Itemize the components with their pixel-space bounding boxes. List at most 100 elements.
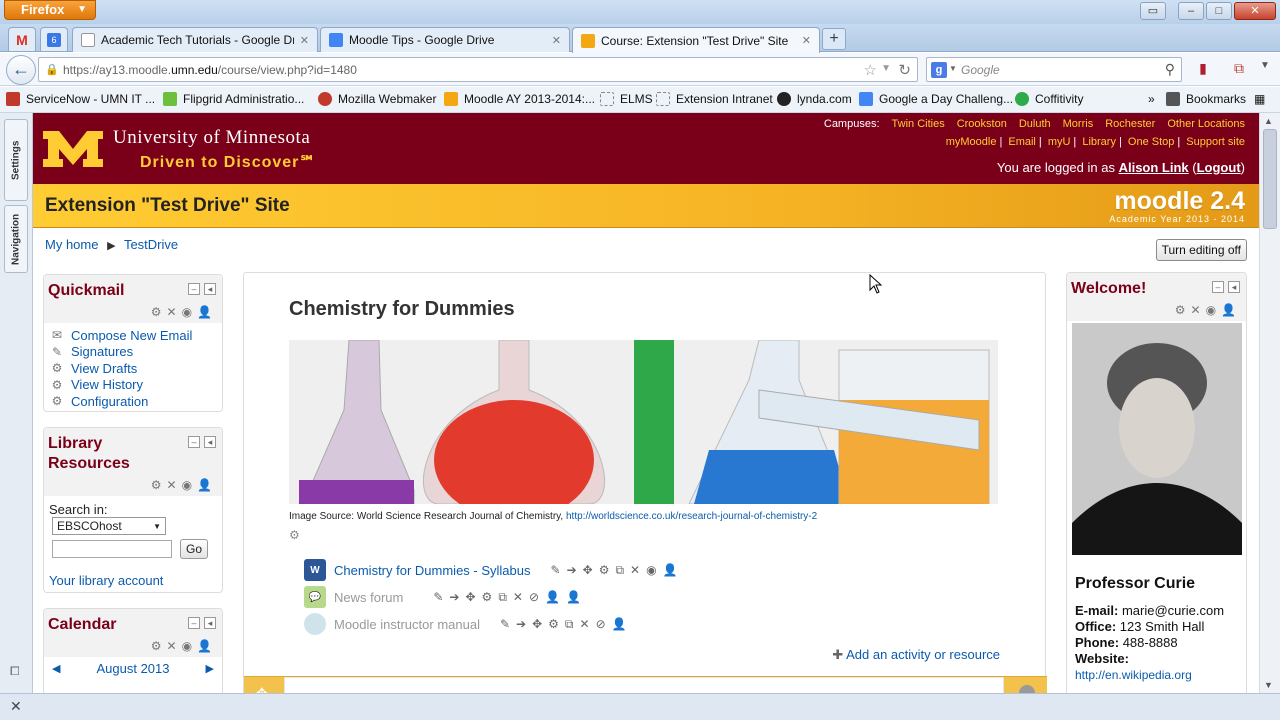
help-icon[interactable] (1019, 685, 1035, 693)
firefox-menu-button[interactable]: Firefox ▼ (4, 0, 96, 20)
scroll-down-icon[interactable]: ▼ (1264, 680, 1273, 690)
dock-navigation-tab[interactable]: Navigation (4, 205, 28, 273)
compose-email-link[interactable]: ✉ Compose New Email (49, 327, 217, 344)
move-right-icon[interactable]: ➔ (567, 563, 577, 578)
activity-instructor-manual[interactable]: Moodle instructor manual ✎ ➔ ✥ ⚙ ⧉ ✕ ⊘ 👤 (304, 612, 627, 636)
tab-academic-tech[interactable]: Academic Tech Tutorials - Google Dri... … (72, 27, 318, 52)
undock-icon[interactable]: ⧠ (10, 664, 20, 679)
close-window-button[interactable]: ✕ (1234, 2, 1276, 20)
activity-news-forum[interactable]: 💬 News forum ✎ ➔ ✥ ⚙ ⧉ ✕ ⊘ 👤 👤 (304, 585, 581, 609)
eye-icon[interactable]: ◉ (1206, 303, 1216, 317)
user-profile-link[interactable]: Alison Link (1119, 160, 1189, 175)
delete-icon[interactable]: ✕ (1191, 303, 1201, 317)
eye-icon[interactable]: ◉ (182, 305, 192, 319)
gear-icon[interactable]: ⚙ (548, 617, 559, 632)
activity-link[interactable]: Moodle instructor manual (334, 617, 480, 632)
move-right-icon[interactable]: ➔ (449, 590, 459, 605)
eye-slash-icon[interactable]: ⊘ (529, 590, 539, 605)
bookmark-flipgrid[interactable]: Flipgrid Administratio... (163, 92, 304, 106)
bookmark-moodle-ay[interactable]: Moodle AY 2013-2014:... (444, 92, 595, 106)
google-engine-icon[interactable]: g (931, 62, 947, 78)
breadcrumb-home[interactable]: My home (45, 237, 98, 252)
utility-link[interactable]: Support site (1186, 136, 1245, 148)
delete-icon[interactable]: ✕ (630, 563, 640, 578)
library-search-input[interactable] (52, 540, 172, 558)
bookmark-servicenow[interactable]: ServiceNow - UMN IT ... (6, 92, 155, 106)
bookmark-webmaker[interactable]: Mozilla Webmaker (318, 92, 436, 106)
assign-roles-icon[interactable]: 👤 (197, 478, 212, 492)
bookmark-coffitivity[interactable]: Coffitivity (1015, 92, 1083, 106)
bookmark-star-icon[interactable]: ☆ (864, 61, 877, 79)
view-drafts-link[interactable]: ⚙ View Drafts (49, 360, 217, 377)
breadcrumb-course[interactable]: TestDrive (124, 237, 178, 252)
close-tab-icon[interactable]: ✕ (802, 34, 811, 47)
view-history-link[interactable]: ⚙ View History (49, 377, 217, 394)
move-icon[interactable]: ✥ (532, 617, 542, 632)
dock-icon[interactable]: ◂ (204, 617, 216, 629)
assign-roles-icon[interactable]: 👤 (663, 563, 678, 578)
collapse-icon[interactable]: – (188, 617, 200, 629)
move-icon[interactable]: ✥ (256, 685, 268, 693)
pinned-tab-calendar[interactable]: 6 (40, 27, 68, 51)
delete-icon[interactable]: ✕ (167, 478, 177, 492)
assign-roles-icon[interactable]: 👤 (197, 305, 212, 319)
campus-link[interactable]: Crookston (957, 118, 1007, 130)
assign-roles-icon[interactable]: 👤 (197, 639, 212, 653)
assign-roles-icon[interactable]: 👤 (612, 617, 627, 632)
edit-title-icon[interactable]: ✎ (551, 563, 561, 578)
eye-icon[interactable]: ◉ (182, 478, 192, 492)
move-icon[interactable]: ✥ (465, 590, 475, 605)
vertical-scrollbar[interactable]: ▲ ▼ (1259, 113, 1280, 693)
group-mode-icon[interactable]: 👤 (545, 590, 560, 605)
utility-link[interactable]: myMoodle (946, 136, 997, 148)
duplicate-icon[interactable]: ⧉ (615, 563, 624, 578)
activity-link[interactable]: News forum (334, 590, 403, 605)
add-activity-link[interactable]: ✚ Add an activity or resource (832, 647, 1000, 663)
reload-icon[interactable]: ↻ (898, 61, 911, 79)
history-dropdown-icon[interactable]: ▼ (881, 63, 891, 74)
eye-icon[interactable]: ◉ (182, 639, 192, 653)
scroll-thumb[interactable] (1263, 129, 1277, 229)
gear-icon[interactable]: ⚙ (151, 478, 162, 492)
dock-icon[interactable]: ◂ (204, 283, 216, 295)
eye-icon[interactable]: ◉ (646, 563, 656, 578)
addon-icon[interactable]: ⧉ (1230, 60, 1248, 78)
bookmark-addon-icon[interactable]: ▮ (1194, 60, 1212, 78)
gear-icon[interactable]: ⚙ (151, 639, 162, 653)
minimize-button[interactable]: – (1178, 2, 1204, 20)
gear-icon[interactable]: ⚙ (482, 590, 493, 605)
chevron-down-icon[interactable]: ▼ (1256, 60, 1274, 78)
gear-icon[interactable]: ⚙ (289, 528, 300, 542)
tab-moodle-tips[interactable]: Moodle Tips - Google Drive ✕ (320, 27, 570, 52)
edit-title-icon[interactable]: ✎ (433, 590, 443, 605)
chevron-down-icon[interactable]: ▼ (949, 64, 957, 73)
bookmarks-overflow[interactable]: » (1148, 92, 1155, 106)
dock-settings-tab[interactable]: Settings (4, 119, 28, 201)
activity-link[interactable]: Chemistry for Dummies - Syllabus (334, 563, 531, 578)
bookmark-google-a-day[interactable]: Google a Day Challeng... (859, 92, 1013, 106)
utility-link[interactable]: myU (1048, 136, 1071, 148)
calendar-month[interactable]: August 2013 (96, 661, 169, 676)
close-tab-icon[interactable]: ✕ (300, 34, 309, 47)
delete-icon[interactable]: ✕ (580, 617, 590, 632)
campus-link[interactable]: Twin Cities (892, 118, 945, 130)
search-bar[interactable]: g ▼ Google ⚲ (926, 57, 1182, 82)
duplicate-icon[interactable]: ⧉ (565, 617, 574, 632)
close-addon-bar-icon[interactable]: ✕ (10, 698, 22, 715)
maximize-button[interactable]: □ (1206, 2, 1232, 20)
eye-slash-icon[interactable]: ⊘ (596, 617, 606, 632)
configuration-link[interactable]: ⚙ Configuration (49, 393, 217, 410)
signatures-link[interactable]: ✎ Signatures (49, 344, 217, 361)
delete-icon[interactable]: ✕ (167, 305, 177, 319)
new-tab-button[interactable]: + (822, 28, 846, 50)
delete-icon[interactable]: ✕ (167, 639, 177, 653)
utility-link[interactable]: Library (1082, 136, 1116, 148)
campus-link[interactable]: Morris (1063, 118, 1094, 130)
back-button[interactable]: ← (6, 55, 36, 85)
bookmarks-menu[interactable]: Bookmarks (1166, 92, 1246, 106)
dock-icon[interactable]: ◂ (204, 436, 216, 448)
dock-icon[interactable]: ◂ (1228, 281, 1240, 293)
pinned-tab-gmail[interactable]: M (8, 27, 36, 51)
professor-website-link[interactable]: http://en.wikipedia.org (1075, 667, 1242, 683)
collapse-icon[interactable]: – (188, 436, 200, 448)
